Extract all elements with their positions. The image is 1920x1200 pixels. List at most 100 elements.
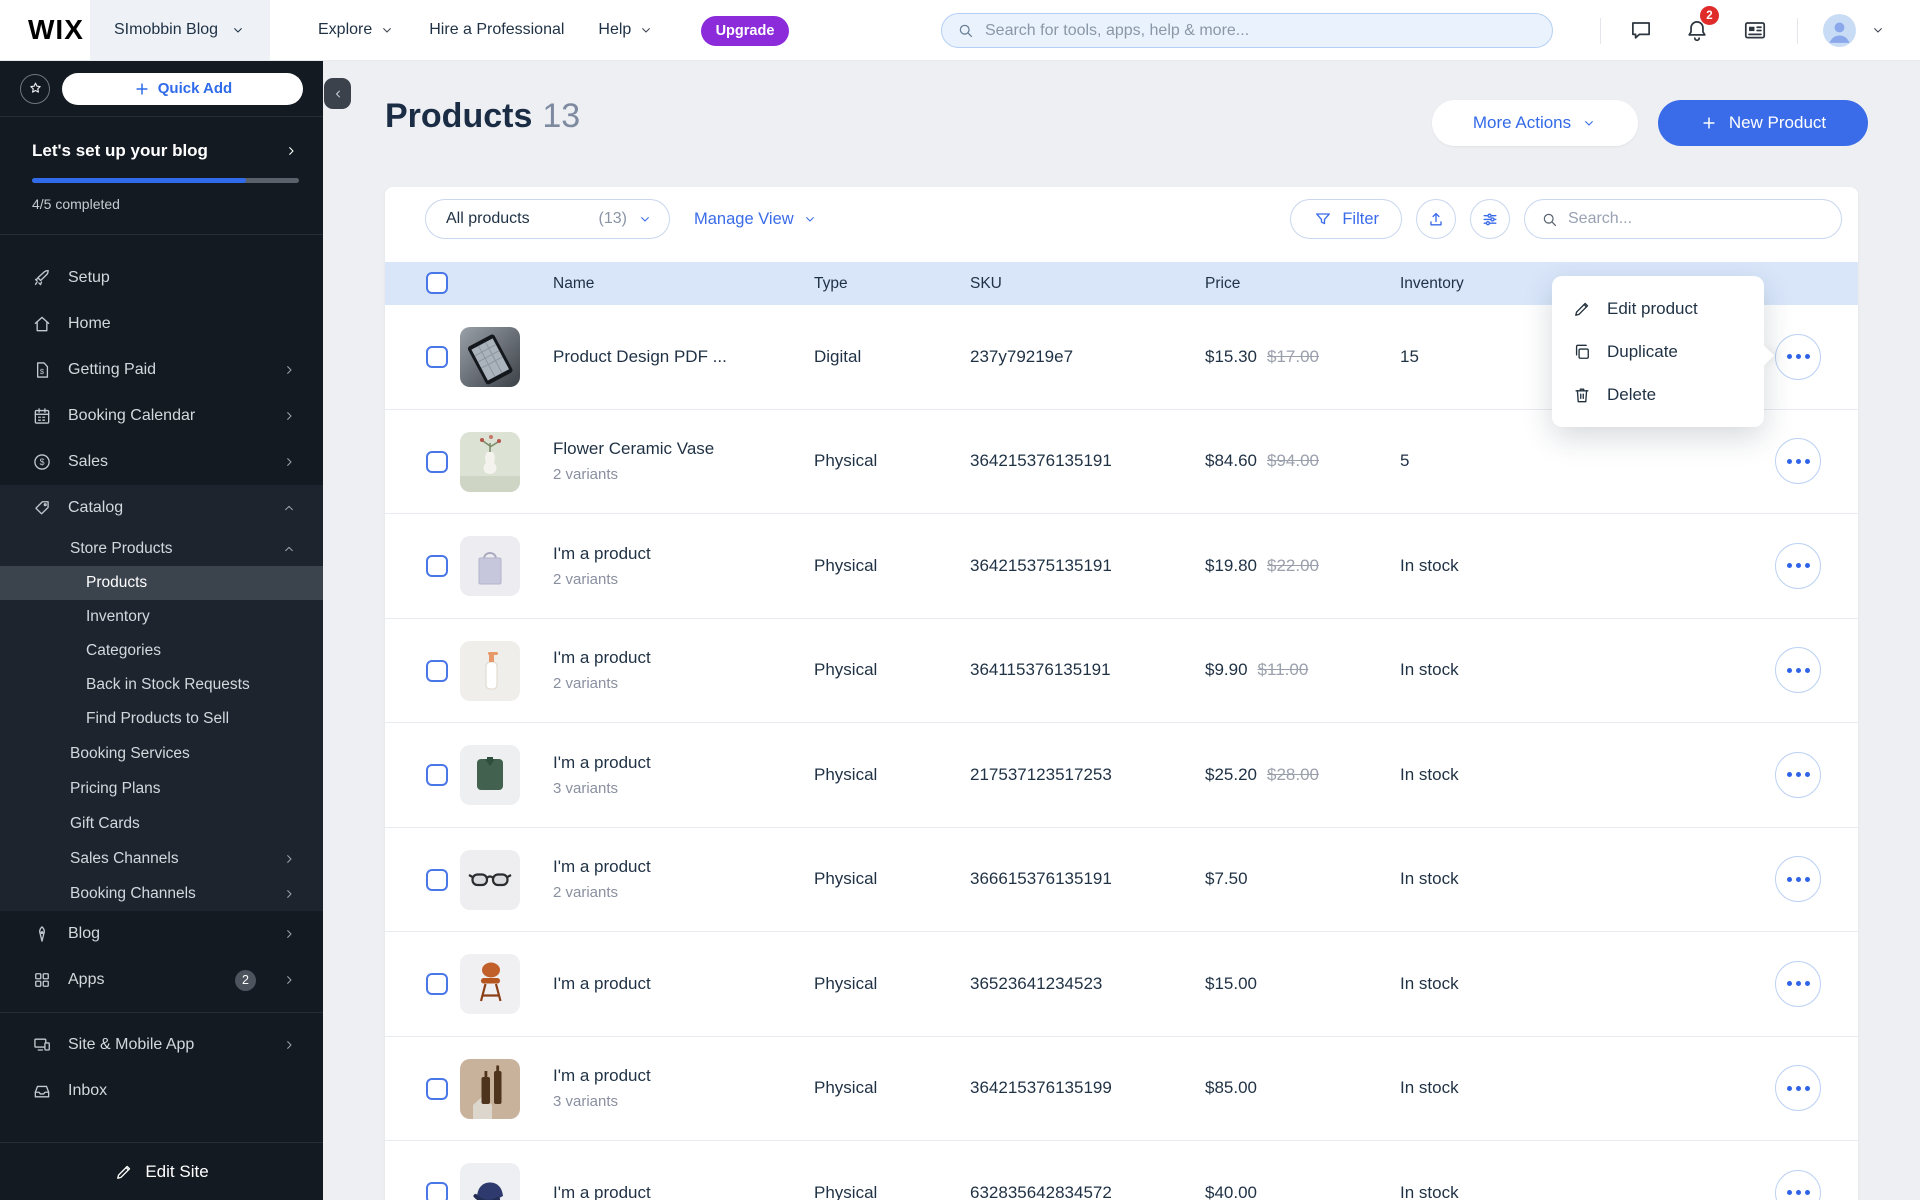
sidebar-item-sales-channels[interactable]: Sales Channels <box>0 841 323 876</box>
row-actions-button[interactable] <box>1775 751 1821 798</box>
chevron-down-icon <box>379 22 395 38</box>
sidebar-item-store-products[interactable]: Store Products <box>0 531 323 566</box>
setup-checklist-card[interactable]: Let's set up your blog 4/5 completed <box>0 117 323 235</box>
row-checkbox[interactable] <box>426 555 448 577</box>
row-actions-button[interactable] <box>1775 1065 1821 1112</box>
row-checkbox[interactable] <box>426 1077 448 1100</box>
column-header-name[interactable]: Name <box>553 262 594 305</box>
sidebar-item-pricing-plans[interactable]: Pricing Plans <box>0 771 323 806</box>
product-name-cell[interactable]: I'm a product <box>553 1183 651 1200</box>
sidebar-item-booking-channels[interactable]: Booking Channels <box>0 876 323 911</box>
price: $15.00 <box>1205 973 1257 993</box>
sidebar-item-catalog[interactable]: Catalog <box>0 485 323 531</box>
site-selector[interactable]: SImobbin Blog <box>90 0 271 60</box>
setup-progress-fill <box>32 178 246 183</box>
account-chevron-down-icon[interactable] <box>1870 22 1886 38</box>
export-button[interactable] <box>1416 199 1456 239</box>
global-search[interactable] <box>941 13 1553 48</box>
product-name-cell[interactable]: I'm a product 3 variants <box>553 753 651 797</box>
sidebar-item-home[interactable]: Home <box>0 301 323 347</box>
row-checkbox[interactable] <box>426 973 448 995</box>
news-icon[interactable] <box>1742 17 1769 44</box>
global-search-input[interactable] <box>985 21 1538 40</box>
sidebar-item-booking-services[interactable]: Booking Services <box>0 736 323 771</box>
row-actions-button[interactable] <box>1775 542 1821 589</box>
product-name-cell[interactable]: I'm a product 2 variants <box>553 544 651 588</box>
table-row[interactable]: I'm a product 2 variants Physical 364215375… <box>385 514 1858 619</box>
product-name-cell[interactable]: Product Design PDF ... <box>553 347 727 367</box>
topbar-nav-help[interactable]: Help <box>598 21 654 39</box>
sidebar-item-label: Catalog <box>68 499 124 516</box>
upgrade-button[interactable]: Upgrade <box>701 16 789 46</box>
table-row[interactable]: I'm a product 2 variants Physical 364115376… <box>385 618 1858 723</box>
row-actions-button[interactable] <box>1775 856 1821 903</box>
row-actions-button[interactable] <box>1775 647 1821 694</box>
sidebar-item-categories[interactable]: Categories <box>0 634 323 668</box>
manage-view-dropdown[interactable]: Manage View <box>694 210 818 229</box>
row-checkbox[interactable] <box>426 346 448 368</box>
product-variants: 3 variants <box>553 779 619 797</box>
row-actions-button[interactable] <box>1775 960 1821 1007</box>
sidebar-item-getting-paid[interactable]: $ Getting Paid <box>0 347 323 393</box>
product-name-cell[interactable]: I'm a product 2 variants <box>553 648 651 692</box>
view-filter-dropdown[interactable]: All products (13) <box>425 199 670 239</box>
sidebar-item-apps[interactable]: Apps 2 <box>0 957 323 1003</box>
select-all-checkbox[interactable] <box>426 272 448 294</box>
sidebar-item-products[interactable]: Products <box>0 566 323 600</box>
sidebar-item-blog[interactable]: Blog <box>0 911 323 957</box>
sidebar-item-site-mobile-app[interactable]: Site & Mobile App <box>0 1022 323 1068</box>
new-product-button[interactable]: New Product <box>1658 100 1868 146</box>
sidebar-nav: Setup Home $ Getting Paid Booking Calendar $ S… <box>0 235 323 1142</box>
row-checkbox[interactable] <box>426 868 448 891</box>
row-actions-button[interactable] <box>1775 1169 1821 1200</box>
context-menu-item-edit-product[interactable]: Edit product <box>1552 287 1764 330</box>
row-checkbox[interactable] <box>426 659 448 682</box>
product-name-cell[interactable]: I'm a product <box>553 974 651 994</box>
column-header-price[interactable]: Price <box>1205 262 1240 305</box>
row-actions-button[interactable] <box>1775 438 1821 485</box>
table-search[interactable] <box>1524 199 1842 239</box>
compare-price: $17.00 <box>1267 346 1319 366</box>
sidebar-item-find-products-to-sell[interactable]: Find Products to Sell <box>0 702 323 736</box>
sidebar-item-inventory[interactable]: Inventory <box>0 600 323 634</box>
sidebar-item-back-in-stock-requests[interactable]: Back in Stock Requests <box>0 668 323 702</box>
sidebar-item-booking-calendar[interactable]: Booking Calendar <box>0 393 323 439</box>
sidebar-item-sales[interactable]: $ Sales <box>0 439 323 485</box>
more-actions-button[interactable]: More Actions <box>1432 100 1638 146</box>
chat-icon[interactable] <box>1628 17 1655 44</box>
table-settings-button[interactable] <box>1470 199 1510 239</box>
quick-add-button[interactable]: Quick Add <box>62 72 303 105</box>
product-name-cell[interactable]: Flower Ceramic Vase 2 variants <box>553 439 714 483</box>
context-menu-item-delete[interactable]: Delete <box>1552 373 1764 416</box>
topbar-nav-hire-a-professional[interactable]: Hire a Professional <box>429 21 564 39</box>
column-header-type[interactable]: Type <box>814 262 848 305</box>
table-search-input[interactable] <box>1568 210 1826 228</box>
wix-logo[interactable]: WIX <box>28 14 84 46</box>
avatar[interactable] <box>1823 14 1856 47</box>
row-actions-button[interactable] <box>1775 333 1821 380</box>
apps-count-badge: 2 <box>235 969 256 991</box>
table-row[interactable]: I'm a product 3 variants Physical 217537123… <box>385 723 1858 828</box>
sidebar-item-setup[interactable]: Setup <box>0 255 323 301</box>
sidebar-item-gift-cards[interactable]: Gift Cards <box>0 806 323 841</box>
search-icon <box>956 21 975 40</box>
table-row[interactable]: I'm a product Physical 36523641234523 $15.0… <box>385 932 1858 1037</box>
edit-site-button[interactable]: Edit Site <box>0 1142 323 1200</box>
row-checkbox[interactable] <box>426 764 448 786</box>
sidebar-item-inbox[interactable]: Inbox <box>0 1068 323 1114</box>
column-header-sku[interactable]: SKU <box>970 262 1002 305</box>
price: $7.50 <box>1205 869 1248 889</box>
table-row[interactable]: I'm a product 2 variants Physical 366615376… <box>385 827 1858 932</box>
sidebar-collapse-button[interactable] <box>324 78 351 109</box>
table-row[interactable]: I'm a product 3 variants Physical 364215376… <box>385 1036 1858 1141</box>
column-header-inventory[interactable]: Inventory <box>1400 262 1464 305</box>
favorites-star-icon[interactable] <box>20 73 50 104</box>
row-checkbox[interactable] <box>426 450 448 473</box>
product-name-cell[interactable]: I'm a product 3 variants <box>553 1066 651 1110</box>
row-checkbox[interactable] <box>426 1182 448 1200</box>
context-menu-item-duplicate[interactable]: Duplicate <box>1552 330 1764 373</box>
topbar-nav-explore[interactable]: Explore <box>318 21 395 39</box>
filter-button[interactable]: Filter <box>1290 199 1402 239</box>
product-name-cell[interactable]: I'm a product 2 variants <box>553 857 651 901</box>
table-row[interactable]: I'm a product Physical 632835642834572 $40.… <box>385 1141 1858 1200</box>
